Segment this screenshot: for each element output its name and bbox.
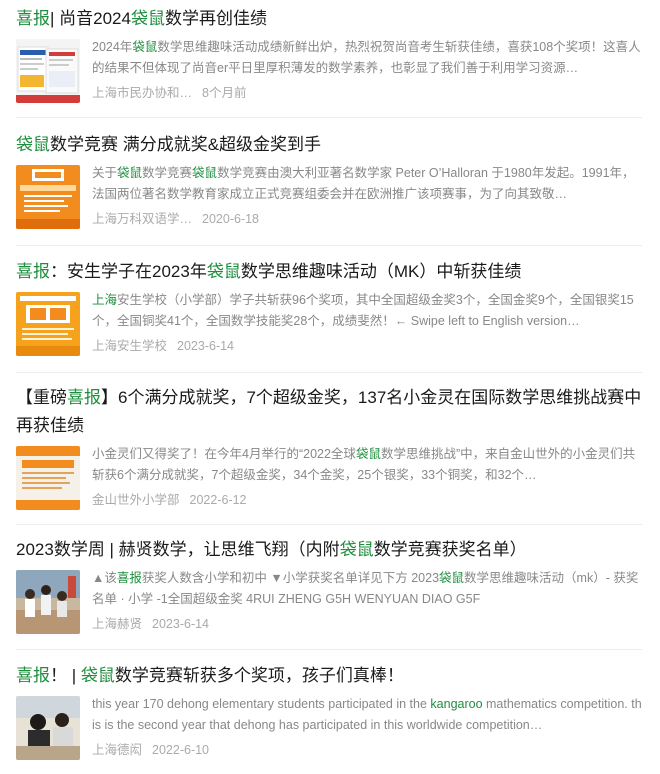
result-item[interactable]: 2023数学周 | 赫贤数学，让思维飞翔（内附袋鼠数学竞赛获奖名单） ▲该喜报获… [16,536,642,634]
result-date: 8个月前 [202,86,247,100]
result-item[interactable]: 【重磅喜报】6个满分成就奖，7个超级金奖，137名小金灵在国际数学思维挑战赛中再… [16,384,642,510]
result-title[interactable]: 【重磅喜报】6个满分成就奖，7个超级金奖，137名小金灵在国际数学思维挑战赛中再… [16,384,642,440]
result-item[interactable]: 袋鼠数学竞赛 满分成就奖&超级金奖到手 关于袋鼠数学竞赛袋鼠数学竞赛由澳大利亚著… [16,131,642,229]
title-text: | 尚音2024 [50,9,131,28]
result-source[interactable]: 金山世外小学部 [92,493,180,507]
title-text: 数学再创佳绩 [164,9,267,28]
result-source[interactable]: 上海万科双语学… [92,212,192,226]
students-photo-thumbnail[interactable] [16,570,80,634]
divider [16,372,642,373]
divider [16,117,642,118]
result-title[interactable]: 2023数学周 | 赫贤数学，让思维飞翔（内附袋鼠数学竞赛获奖名单） [16,536,642,564]
result-title[interactable]: 喜报：安生学子在2023年袋鼠数学思维趣味活动（MK）中斩获佳绩 [16,258,642,286]
result-date: 2023-6-14 [152,617,210,631]
math-textbook-thumbnail[interactable] [16,39,80,103]
result-title[interactable]: 袋鼠数学竞赛 满分成就奖&超级金奖到手 [16,131,642,159]
orange-poster-thumbnail[interactable] [16,446,80,510]
result-item[interactable]: 喜报| 尚音2024袋鼠数学再创佳绩 2024年袋鼠数学思维趣味活动成绩新鲜出炉… [16,5,642,103]
result-item[interactable]: 喜报：安生学子在2023年袋鼠数学思维趣味活动（MK）中斩获佳绩 上海安生学校（… [16,258,642,356]
result-date: 2022-6-10 [152,743,210,757]
result-source[interactable]: 上海赫贤 [92,617,142,631]
result-source[interactable]: 上海市民办协和… [92,86,192,100]
result-snippet: 2024年袋鼠数学思维趣味活动成绩新鲜出炉，热烈祝贺尚音考生斩获佳绩，喜获108… [92,40,641,75]
result-title[interactable]: 喜报！ | 袋鼠数学竞赛斩获多个奖项，孩子们真棒！ [16,662,642,690]
title-highlight: 袋鼠 [130,9,165,28]
result-source[interactable]: 上海德闳 [92,743,142,757]
result-date: 2022-6-12 [189,493,247,507]
result-date: 2023-6-14 [177,339,235,353]
divider [16,524,642,525]
title-highlight: 喜报 [16,9,50,28]
classroom-photo-thumbnail[interactable] [16,696,80,760]
result-title[interactable]: 喜报| 尚音2024袋鼠数学再创佳绩 [16,5,642,33]
result-date: 2020-6-18 [202,212,260,226]
result-item[interactable]: 喜报！ | 袋鼠数学竞赛斩获多个奖项，孩子们真棒！ this year 170 … [16,662,642,760]
divider [16,649,642,650]
divider [16,245,642,246]
orange-poster-thumbnail[interactable] [16,292,80,356]
result-source[interactable]: 上海安生学校 [92,339,167,353]
orange-poster-thumbnail[interactable] [16,165,80,229]
